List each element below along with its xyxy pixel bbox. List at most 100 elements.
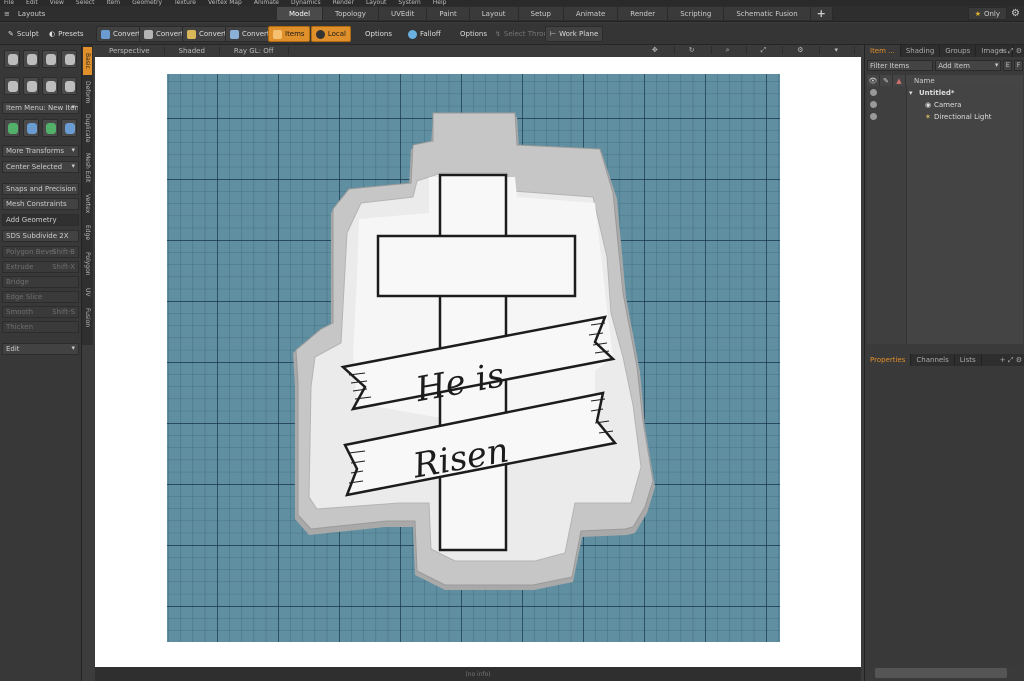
- menu-system[interactable]: System: [398, 0, 420, 6]
- menu-view[interactable]: View: [50, 0, 64, 6]
- bridge-button[interactable]: Bridge: [2, 276, 79, 288]
- sculpt-button[interactable]: ✎ Sculpt: [3, 26, 44, 42]
- eye-icon[interactable]: [870, 89, 877, 96]
- viewport-gear-icon[interactable]: ⚙: [783, 46, 821, 54]
- vtab-vertex[interactable]: Vertex: [83, 189, 92, 219]
- tab-topology[interactable]: Topology: [323, 7, 379, 20]
- 3d-viewport[interactable]: He is Risen: [95, 57, 861, 667]
- tab-setup[interactable]: Setup: [518, 7, 564, 20]
- tab-shading[interactable]: Shading: [901, 45, 941, 57]
- smooth-button[interactable]: Smooth Shift-S: [2, 306, 79, 318]
- tab-layout[interactable]: Layout: [469, 7, 519, 20]
- e-button[interactable]: E: [1003, 60, 1013, 71]
- menu-help[interactable]: Help: [433, 0, 447, 6]
- local-button[interactable]: Local: [311, 26, 351, 42]
- tab-uvedit[interactable]: UVEdit: [378, 7, 428, 20]
- move-icon[interactable]: [23, 119, 39, 137]
- tab-groups[interactable]: Groups: [940, 45, 977, 57]
- eye-icon[interactable]: [870, 101, 877, 108]
- falloff-button[interactable]: Falloff: [403, 26, 446, 42]
- extrude-button[interactable]: Extrude Shift-X: [2, 261, 79, 273]
- pan-icon[interactable]: ✥: [637, 46, 675, 54]
- presets-button[interactable]: ◐ Presets: [44, 26, 89, 42]
- sphere-icon[interactable]: [23, 50, 39, 68]
- menu-dynamics[interactable]: Dynamics: [291, 0, 321, 6]
- mesh-constraints-button[interactable]: Mesh Constraints: [2, 198, 79, 210]
- tab-channels[interactable]: Channels: [911, 354, 955, 366]
- viewport-menu-icon[interactable]: ▾: [820, 46, 855, 54]
- vtab-polygon[interactable]: Polygon: [83, 247, 92, 281]
- tree-item-untitled[interactable]: ▾ Untitled*: [867, 87, 1023, 98]
- tab-model[interactable]: Model: [277, 7, 324, 20]
- tree-item-camera[interactable]: ◉ Camera: [867, 99, 1023, 110]
- visibility-column-icon[interactable]: 👁: [867, 75, 880, 86]
- tube-icon[interactable]: [61, 50, 77, 68]
- sds-subdivide-button[interactable]: SDS Subdivide 2X: [2, 230, 79, 242]
- add-tab-button[interactable]: +: [810, 7, 833, 20]
- tab-scripting[interactable]: Scripting: [668, 7, 725, 20]
- lock-column-icon[interactable]: ✎: [880, 75, 893, 86]
- vtab-deform[interactable]: Deform: [83, 77, 92, 107]
- thicken-button[interactable]: Thicken: [2, 321, 79, 333]
- perspective-toggle[interactable]: Perspective: [95, 47, 165, 55]
- options-button-1[interactable]: Options: [360, 26, 397, 42]
- tab-schematic-fusion[interactable]: Schematic Fusion: [724, 7, 811, 20]
- options-button-2[interactable]: Options: [455, 26, 492, 42]
- edit-dropdown[interactable]: Edit: [2, 343, 79, 355]
- name-column-header[interactable]: Name: [906, 77, 935, 85]
- tab-item-list[interactable]: Item ...: [865, 45, 901, 57]
- ray-gl-toggle[interactable]: Ray GL: Off: [220, 47, 289, 55]
- command-input[interactable]: [875, 668, 1007, 678]
- cylinder-icon[interactable]: [42, 50, 58, 68]
- text-icon[interactable]: [61, 77, 77, 95]
- menu-select[interactable]: Select: [76, 0, 95, 6]
- menu-animate[interactable]: Animate: [254, 0, 279, 6]
- shaded-toggle[interactable]: Shaded: [165, 47, 220, 55]
- edge-slice-button[interactable]: Edge Slice: [2, 291, 79, 303]
- vtab-uv[interactable]: UV: [83, 283, 92, 301]
- menu-layout[interactable]: Layout: [366, 0, 386, 6]
- add-item-dropdown[interactable]: Add Item: [935, 60, 1002, 71]
- add-geometry-header[interactable]: Add Geometry: [2, 214, 79, 226]
- tab-paint[interactable]: Paint: [427, 7, 470, 20]
- vtab-basic[interactable]: Basic: [83, 47, 92, 75]
- cube-icon[interactable]: [4, 50, 20, 68]
- vtab-fusion[interactable]: Fusion: [83, 303, 92, 333]
- rotate-icon[interactable]: [42, 119, 58, 137]
- item-menu-dropdown[interactable]: Item Menu: New Item: [2, 102, 79, 114]
- menu-item[interactable]: Item: [106, 0, 120, 6]
- transform-icon[interactable]: [4, 119, 20, 137]
- pen-icon[interactable]: [23, 77, 39, 95]
- properties-options-icon[interactable]: + ⤢ ⚙: [1000, 356, 1022, 365]
- panel-options-icon[interactable]: + ⤢ ⚙: [1000, 47, 1022, 56]
- bezier-icon[interactable]: [42, 77, 58, 95]
- vtab-mesh-edit[interactable]: Mesh Edit: [83, 149, 92, 187]
- menu-geometry[interactable]: Geometry: [132, 0, 162, 6]
- expand-icon[interactable]: ▾: [909, 89, 913, 97]
- gear-icon[interactable]: ⚙: [1011, 8, 1020, 19]
- menu-render[interactable]: Render: [333, 0, 354, 6]
- menu-vertex-map[interactable]: Vertex Map: [208, 0, 242, 6]
- polygon-bevel-button[interactable]: Polygon Bevel Shift-B: [2, 246, 79, 258]
- scale-icon[interactable]: [61, 119, 77, 137]
- only-button[interactable]: ★ Only: [967, 7, 1008, 20]
- tab-lists[interactable]: Lists: [955, 354, 982, 366]
- vtab-edge[interactable]: Edge: [83, 221, 92, 245]
- f-button[interactable]: F: [1014, 60, 1023, 71]
- menu-file[interactable]: File: [4, 0, 14, 6]
- tree-item-directional-light[interactable]: ✶ Directional Light: [867, 111, 1023, 122]
- tab-animate[interactable]: Animate: [563, 7, 619, 20]
- more-transforms-dropdown[interactable]: More Transforms: [2, 145, 79, 157]
- work-plane-button[interactable]: ⊢ Work Plane: [545, 26, 604, 42]
- menu-edit[interactable]: Edit: [26, 0, 38, 6]
- menu-texture[interactable]: Texture: [174, 0, 196, 6]
- maximize-icon[interactable]: ⤢: [746, 46, 784, 54]
- snaps-precision-button[interactable]: Snaps and Precision: [2, 183, 79, 195]
- eye-icon[interactable]: [870, 113, 877, 120]
- rotate-view-icon[interactable]: ↻: [674, 46, 712, 54]
- filter-items-field[interactable]: Filter Items: [867, 60, 934, 71]
- tab-render[interactable]: Render: [618, 7, 669, 20]
- tab-properties[interactable]: Properties: [865, 354, 912, 366]
- torus-icon[interactable]: [4, 77, 20, 95]
- items-mode-button[interactable]: Items: [268, 26, 310, 42]
